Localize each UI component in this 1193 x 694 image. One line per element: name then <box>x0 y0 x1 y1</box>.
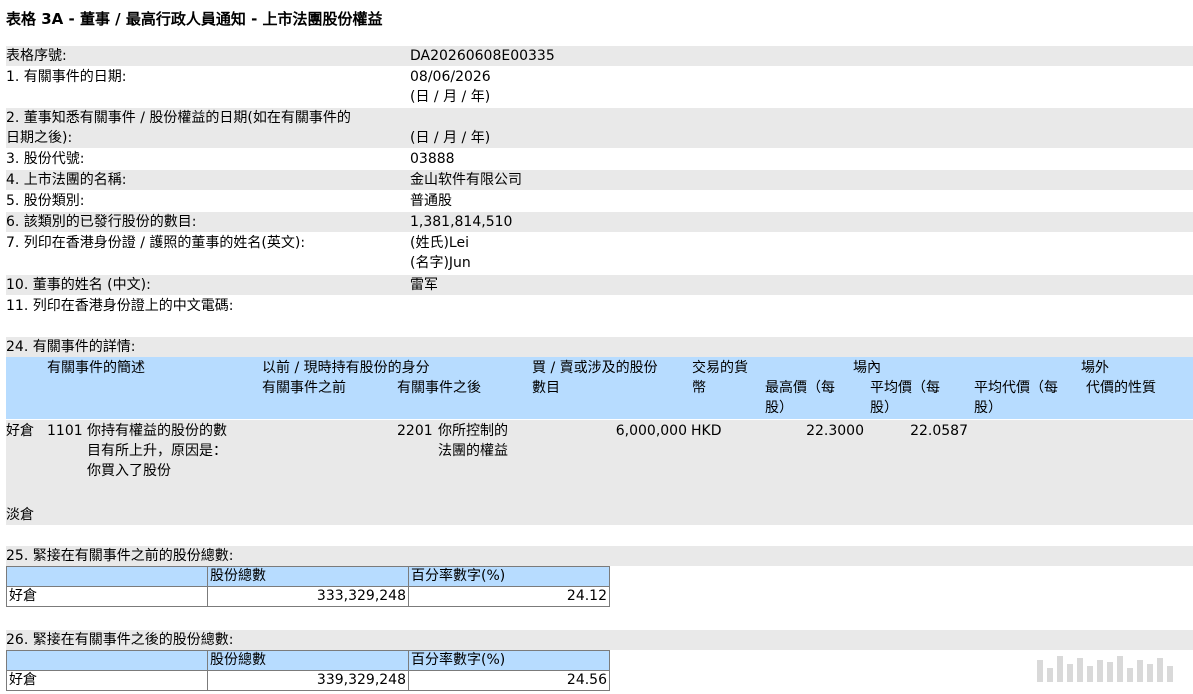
section26-table: 股份總數 百分率數字(%) 好倉 339,329,248 24.56 <box>6 650 610 691</box>
share-class-label: 5. 股份類別: <box>6 193 85 209</box>
cn-code-row: 11. 列印在香港身份證上的中文電碼: <box>6 296 1193 316</box>
header-average-line2: 股） <box>870 400 898 416</box>
header-consideration-nature: 代價的性質 <box>1086 380 1156 396</box>
event-desc-line2: 目有所上升，原因是： <box>87 443 227 459</box>
highest-price: 22.3000 <box>806 423 864 439</box>
section25-label-row: 25. 緊接在有關事件之前的股份總數: <box>6 546 1193 566</box>
section26-col-pct: 百分率數字(%) <box>408 650 610 671</box>
section25-label: 25. 緊接在有關事件之前的股份總數: <box>6 548 234 564</box>
aware-date-label-line1: 2. 董事知悉有關事件 / 股份權益的日期(如在有關事件的 <box>6 110 351 126</box>
long-position-label: 好倉 <box>6 423 34 439</box>
director-name-cn-row: 10. 董事的姓名 (中文): 雷军 <box>6 275 1193 295</box>
issued-shares-value: 1,381,814,510 <box>410 214 513 230</box>
form-serial-row: 表格序號: DA20260608E00335 <box>6 46 1193 66</box>
header-before: 有關事件之前 <box>262 380 346 396</box>
form-serial-value: DA20260608E00335 <box>410 48 555 64</box>
shares-involved: 6,000,000 <box>615 423 687 439</box>
event-desc-line1: 你持有權益的股份的數 <box>87 423 227 439</box>
corp-name-label: 4. 上市法團的名稱: <box>6 172 127 188</box>
section26-label-row: 26. 緊接在有關事件之後的股份總數: <box>6 630 1193 650</box>
director-name-cn-label: 10. 董事的姓名 (中文): <box>6 277 151 293</box>
issued-shares-label: 6. 該類別的已發行股份的數目: <box>6 214 197 230</box>
event-date-label: 1. 有關事件的日期: <box>6 69 127 85</box>
section26-pct: 24.56 <box>408 670 610 691</box>
section24-header: 有關事件的簡述 以前 / 現時持有股份的身分 有關事件之前 有關事件之後 買 /… <box>6 357 1193 419</box>
section25-position: 好倉 <box>6 586 208 607</box>
director-name-en-label: 7. 列印在香港身份證 / 護照的董事的姓名(英文): <box>6 235 306 251</box>
stock-code-value: 03888 <box>410 151 455 167</box>
header-capacity: 以前 / 現時持有股份的身分 <box>262 360 430 376</box>
aware-date-label-line2: 日期之後): <box>6 130 73 146</box>
header-currency-line2: 幣 <box>692 380 706 396</box>
currency: HKD <box>691 423 722 439</box>
issued-shares-row: 6. 該類別的已發行股份的數目: 1,381,814,510 <box>6 212 1193 232</box>
after-capacity-line1: 你所控制的 <box>438 423 508 439</box>
corp-name-row: 4. 上市法團的名稱: 金山软件有限公司 <box>6 170 1193 190</box>
header-highest-line1: 最高價（每 <box>765 380 835 396</box>
section26-col-shares: 股份總數 <box>207 650 409 671</box>
table-row: 好倉 333,329,248 24.12 <box>6 586 610 607</box>
share-class-row: 5. 股份類別: 普通股 <box>6 191 1193 211</box>
section26-position: 好倉 <box>6 670 208 691</box>
event-date-row: 1. 有關事件的日期: 08/06/2026 (日 / 月 / 年) <box>6 67 1193 107</box>
event-date-value: 08/06/2026 <box>410 69 491 85</box>
event-desc-line3: 你買入了股份 <box>87 463 171 479</box>
header-avg-consideration-line2: 股） <box>974 400 1002 416</box>
average-price: 22.0587 <box>910 423 968 439</box>
short-position-label: 淡倉 <box>6 507 34 523</box>
event-date-format: (日 / 月 / 年) <box>410 89 491 105</box>
header-avg-consideration-line1: 平均代價（每 <box>974 380 1058 396</box>
section26-label: 26. 緊接在有關事件之後的股份總數: <box>6 632 234 648</box>
share-class-value: 普通股 <box>410 193 452 209</box>
section24-body: 好倉 1101 你持有權益的股份的數 目有所上升，原因是： 你買入了股份 220… <box>6 420 1193 525</box>
section24-label: 24. 有關事件的詳情: <box>6 339 136 355</box>
aware-date-row: 2. 董事知悉有關事件 / 股份權益的日期(如在有關事件的 日期之後): (日 … <box>6 108 1193 148</box>
watermark-icon <box>1033 656 1173 682</box>
header-on-exchange: 場內 <box>853 360 881 376</box>
after-capacity-code: 2201 <box>397 423 433 439</box>
stock-code-label: 3. 股份代號: <box>6 151 85 167</box>
director-surname: (姓氏)Lei <box>410 235 469 251</box>
director-name-en-row: 7. 列印在香港身份證 / 護照的董事的姓名(英文): (姓氏)Lei (名字)… <box>6 233 1193 273</box>
header-shares-line1: 買 / 賣或涉及的股份 <box>532 360 658 376</box>
stock-code-row: 3. 股份代號: 03888 <box>6 149 1193 169</box>
header-shares-line2: 數目 <box>532 380 560 396</box>
cn-code-label: 11. 列印在香港身份證上的中文電碼: <box>6 298 234 314</box>
section25-pct: 24.12 <box>408 586 610 607</box>
section25-col-pct: 百分率數字(%) <box>408 566 610 587</box>
header-average-line1: 平均價（每 <box>870 380 940 396</box>
header-description: 有關事件的簡述 <box>47 360 145 376</box>
section25-table: 股份總數 百分率數字(%) 好倉 333,329,248 24.12 <box>6 566 610 607</box>
aware-date-format: (日 / 月 / 年) <box>410 130 491 146</box>
page-title: 表格 3A - 董事 / 最高行政人員通知 - 上市法團股份權益 <box>6 10 383 28</box>
section25-col-shares: 股份總數 <box>207 566 409 587</box>
section24-label-row: 24. 有關事件的詳情: <box>6 337 1193 357</box>
event-code: 1101 <box>47 423 83 439</box>
header-off-exchange: 場外 <box>1081 360 1109 376</box>
director-name-cn-value: 雷军 <box>410 277 438 293</box>
header-currency-line1: 交易的貨 <box>692 360 748 376</box>
table-row: 好倉 339,329,248 24.56 <box>6 670 610 691</box>
after-capacity-line2: 法團的權益 <box>438 443 508 459</box>
header-after: 有關事件之後 <box>397 380 481 396</box>
header-highest-line2: 股） <box>765 400 793 416</box>
director-given-name: (名字)Jun <box>410 255 471 271</box>
section25-shares: 333,329,248 <box>207 586 409 607</box>
form-serial-label: 表格序號: <box>6 48 67 64</box>
section26-shares: 339,329,248 <box>207 670 409 691</box>
corp-name-value: 金山软件有限公司 <box>410 172 522 188</box>
